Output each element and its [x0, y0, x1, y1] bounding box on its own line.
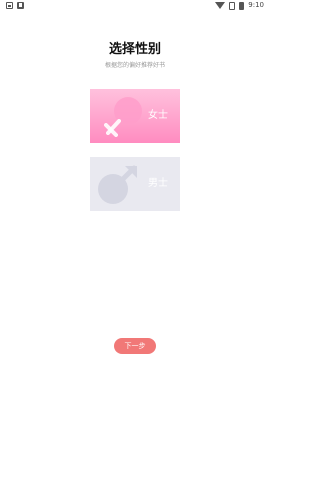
download-icon: [17, 2, 24, 9]
female-symbol-icon: [104, 97, 142, 137]
status-bar: 9:10: [0, 0, 270, 12]
image-icon: [6, 2, 13, 9]
female-option-card[interactable]: 女士: [90, 89, 180, 143]
sim-icon: [229, 1, 236, 10]
battery-icon: [239, 1, 245, 10]
female-option-label: 女士: [148, 110, 168, 121]
page-title: 选择性别: [108, 42, 161, 57]
next-button[interactable]: 下一步: [114, 338, 156, 354]
male-option-label: 男士: [148, 178, 168, 189]
male-symbol-icon: [98, 165, 137, 204]
male-option-card[interactable]: 男士: [90, 157, 180, 211]
status-time: 9:10: [248, 1, 264, 9]
page-subtitle: 根据您的偏好推荐好书: [104, 62, 165, 69]
wifi-icon: [215, 2, 226, 9]
